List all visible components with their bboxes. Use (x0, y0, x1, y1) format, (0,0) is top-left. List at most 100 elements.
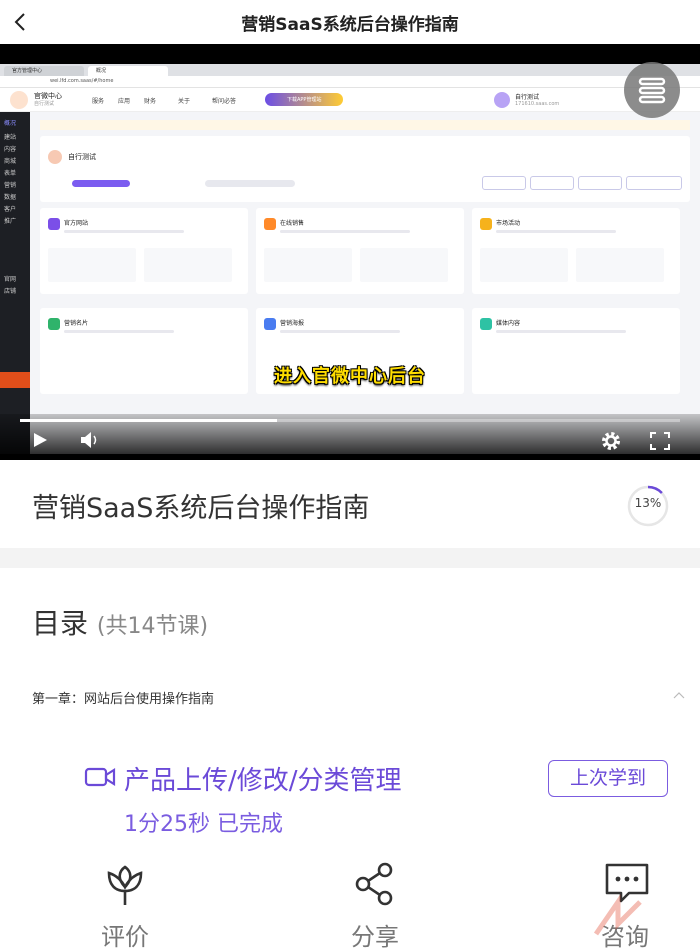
tile-icon (264, 318, 276, 330)
promo-label: 下载APP管理站 (287, 97, 322, 103)
toc-title-text: 目录 (32, 607, 89, 640)
sidebar-item: 内容 (4, 146, 17, 153)
lesson-item[interactable]: 产品上传/修改/分类管理 1分25秒 已完成 上次学到 (0, 752, 700, 842)
share-icon (355, 862, 393, 906)
site-logo (48, 150, 62, 164)
tulip-icon (107, 865, 143, 905)
video-frame: 官方管理中心 概况 wei.lfd.com.saas/#/home 官微中心 自… (0, 64, 700, 454)
sidebar-item: 概况 (4, 120, 17, 127)
tile-line (64, 230, 184, 233)
tile-line (496, 230, 616, 233)
site-card-button (530, 176, 574, 190)
tile-icon (264, 218, 276, 230)
page-title: 营销SaaS系统后台操作指南 (241, 15, 459, 35)
share-label: 分享 (351, 923, 399, 951)
sidebar-item: 建站 (4, 134, 17, 141)
nav-link: 财务 (144, 98, 157, 105)
app-header: 官微中心 自行测试 服务 应用 财务 关于 帮问必答 下载APP管理站 自行测试… (0, 88, 700, 112)
chevron-up-icon[interactable] (672, 690, 686, 700)
watermark-logo (593, 894, 642, 936)
tile-line (64, 330, 174, 333)
feature-tile: 在线销售 (256, 208, 464, 294)
tile-title: 营销海报 (280, 320, 305, 327)
course-info: 营销SaaS系统后台操作指南 13% (0, 460, 700, 548)
fullscreen-icon[interactable] (650, 432, 670, 450)
chapter-title[interactable]: 第一章：网站后台使用操作指南 (32, 688, 214, 707)
share-button[interactable]: 分享 (315, 855, 435, 951)
site-card-button (626, 176, 682, 190)
sidebar-item: 店铺 (4, 288, 17, 295)
sidebar-item: 表单 (4, 170, 17, 177)
tile-icon (48, 318, 60, 330)
site-card-button (578, 176, 622, 190)
top-bar: 营销SaaS系统后台操作指南 (0, 0, 700, 44)
sidebar-item: 数据 (4, 194, 17, 201)
version-bar (72, 180, 130, 187)
tile-line (280, 230, 410, 233)
nav-link: 关于 (178, 98, 191, 105)
sidebar-item: 商城 (4, 158, 17, 165)
site-info-card: 自行测试 (40, 136, 690, 202)
tile-icon (480, 218, 492, 230)
tile-line (280, 330, 400, 333)
video-progress-track[interactable] (20, 419, 680, 422)
lesson-meta: 1分25秒 已完成 (124, 812, 283, 837)
tile-box (144, 248, 232, 282)
tile-title: 媒体内容 (496, 320, 521, 327)
tile-title: 市场活动 (496, 220, 521, 227)
section-divider (0, 548, 700, 568)
site-name: 自行测试 (68, 153, 96, 161)
storage-bar (205, 180, 295, 187)
video-progress-fill (20, 419, 278, 422)
feature-tile: 市场活动 (472, 208, 680, 294)
feature-tile: 官方网站 (40, 208, 248, 294)
toc-count: (共14节课) (96, 614, 209, 639)
progress-percent: 13% (634, 496, 662, 510)
course-title: 营销SaaS系统后台操作指南 (32, 493, 370, 524)
browser-tab-strip: 官方管理中心 概况 (0, 64, 700, 76)
tile-box (360, 248, 448, 282)
video-subtitle: 进入官微中心后台 (274, 366, 426, 387)
tile-icon (48, 218, 60, 230)
play-icon[interactable] (32, 432, 48, 448)
app-subname: 自行测试 (34, 101, 55, 107)
video-camera-icon (84, 767, 116, 787)
review-label: 评价 (101, 923, 149, 951)
user-name: 自行测试 (515, 94, 540, 101)
review-button[interactable]: 评价 (65, 855, 185, 951)
tile-box (48, 248, 136, 282)
address-url: wei.lfd.com.saas/#/home (50, 78, 114, 84)
sidebar-item: 客户 (4, 206, 17, 213)
notice-banner (40, 120, 690, 130)
sidebar-item: 官网 (4, 276, 17, 283)
browser-tab: 概况 (88, 66, 168, 76)
sidebar-item: 营销 (4, 182, 17, 189)
user-avatar (494, 92, 510, 108)
tile-title: 营销名片 (64, 320, 89, 327)
toc-title: 目录 (共14节课) (32, 602, 208, 642)
tile-icon (480, 318, 492, 330)
tile-title: 官方网站 (64, 220, 89, 227)
site-card-button (482, 176, 526, 190)
tile-line (496, 330, 626, 333)
nav-link: 应用 (118, 98, 131, 105)
app-logo (10, 91, 28, 109)
sidebar-item: 推广 (4, 218, 17, 225)
settings-icon[interactable] (600, 430, 622, 452)
nav-link: 帮问必答 (212, 98, 237, 105)
resume-button[interactable]: 上次学到 (548, 760, 668, 797)
promo-pill: 下载APP管理站 (265, 93, 343, 106)
volume-icon[interactable] (80, 431, 100, 449)
video-player[interactable]: 官方管理中心 概况 wei.lfd.com.saas/#/home 官微中心 自… (0, 44, 700, 460)
lesson-title: 产品上传/修改/分类管理 (124, 766, 402, 796)
nav-link: 服务 (92, 98, 105, 105)
app-sidebar: 概况 建站 内容 商城 表单 营销 数据 客户 推广 官网 店铺 (0, 112, 30, 454)
tile-box (264, 248, 352, 282)
address-bar: wei.lfd.com.saas/#/home (0, 76, 700, 88)
browser-tab: 官方管理中心 (4, 66, 84, 76)
user-url: 171610.saas.com (515, 101, 560, 107)
tile-title: 在线销售 (280, 220, 305, 227)
tile-box (576, 248, 664, 282)
menu-icon[interactable] (624, 62, 680, 118)
tile-box (480, 248, 568, 282)
